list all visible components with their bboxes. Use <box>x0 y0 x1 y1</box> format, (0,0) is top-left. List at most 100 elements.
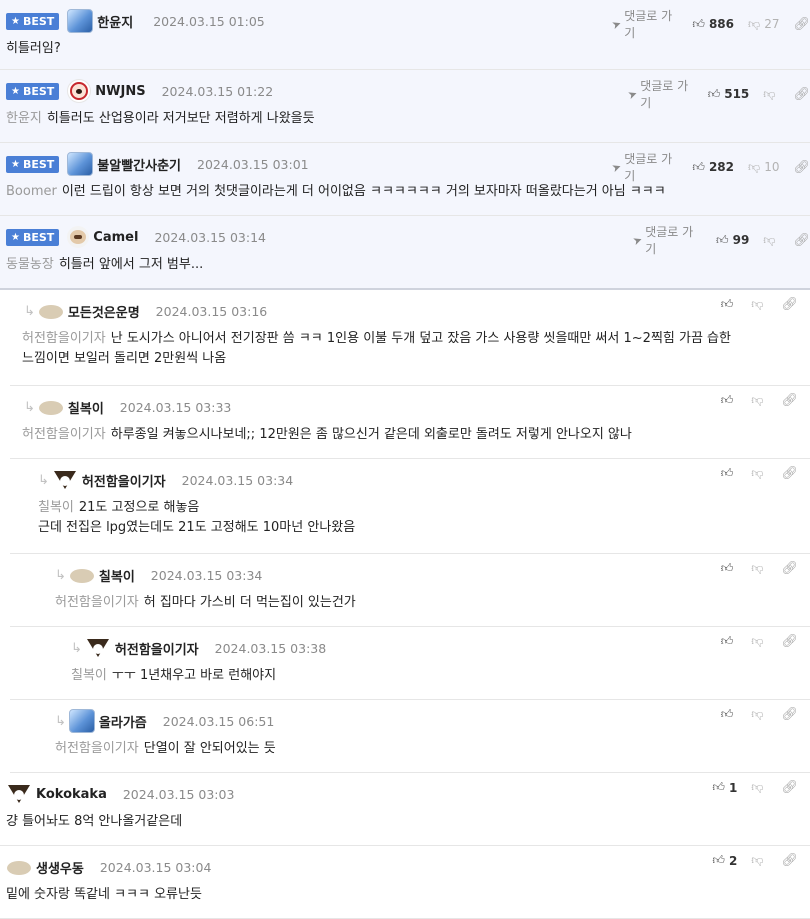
downvote-button[interactable]: 👎︎ <box>751 466 767 481</box>
upvote-button[interactable]: 👍︎ <box>721 297 738 312</box>
link-icon[interactable]: 🔗︎ <box>781 393 798 408</box>
timestamp: 2024.03.15 03:14 <box>154 229 267 245</box>
link-icon[interactable]: 🔗︎ <box>781 561 798 576</box>
avatar[interactable] <box>6 782 32 806</box>
nickname[interactable]: 생생우동 <box>36 858 84 877</box>
comment-header: ★ BEST 불알빨간사춘기 2024.03.15 03:01 <box>6 152 309 176</box>
link-icon[interactable]: 🔗︎ <box>781 466 798 481</box>
nickname[interactable]: 칠복이 <box>68 398 104 417</box>
nickname[interactable]: 불알빨간사춘기 <box>97 155 181 174</box>
best-comment: ★ BEST 한윤지 2024.03.15 01:05 히틀러임? ➤ 댓글로 가기 👍︎ 88… <box>0 0 810 70</box>
nickname[interactable]: 모든것은운명 <box>68 302 140 321</box>
goto-comment-button[interactable]: ➤ 댓글로 가기 <box>610 7 680 41</box>
avatar[interactable] <box>69 565 95 585</box>
upvote-button[interactable]: 👍︎ 99 <box>716 233 749 248</box>
comment-header: Kokokaka 2024.03.15 03:03 <box>6 783 234 805</box>
downvote-button[interactable]: 👎︎ <box>751 561 767 576</box>
link-icon[interactable]: 🔗︎ <box>793 17 810 32</box>
mentioned-user[interactable]: 동물농장 <box>6 257 54 272</box>
avatar[interactable] <box>85 636 111 660</box>
upvote-button[interactable]: 👍︎ <box>721 707 738 722</box>
link-icon[interactable]: 🔗︎ <box>781 634 798 649</box>
mentioned-user[interactable]: 허전함을이기자 <box>55 741 139 756</box>
timestamp: 2024.03.15 03:33 <box>119 399 232 415</box>
avatar[interactable] <box>52 468 78 492</box>
comment-text: 단열이 잘 안되어있는 듯 <box>143 741 276 756</box>
link-icon[interactable]: 🔗︎ <box>781 853 798 868</box>
downvote-button[interactable]: 👎︎ <box>751 634 767 649</box>
upvote-button[interactable]: 👍︎ <box>721 393 738 408</box>
comment-header: ↳ 허전함을이기자 2024.03.15 03:34 <box>38 469 293 491</box>
comment-actions: 👍︎ 👎︎ 🔗︎ <box>721 297 798 312</box>
upvote-count: 515 <box>724 87 750 101</box>
goto-comment-button[interactable]: ➤ 댓글로 가기 <box>631 223 704 257</box>
downvote-button[interactable]: 👎︎ 10 <box>748 160 779 175</box>
comment-text-line: Boomer 이런 드립이 항상 보면 거의 첫댓글이라는게 더 어이없음 ㅋㅋㅋ… <box>6 182 796 202</box>
upvote-button[interactable]: 👍︎ 2 <box>712 853 737 868</box>
nickname[interactable]: Kokokaka <box>36 787 107 802</box>
reply-arrow-icon: ↳ <box>24 303 35 319</box>
link-icon[interactable]: 🔗︎ <box>793 233 810 248</box>
goto-comment-button[interactable]: ➤ 댓글로 가기 <box>610 150 680 184</box>
upvote-button[interactable]: 👍︎ <box>721 466 738 481</box>
avatar[interactable] <box>6 857 32 877</box>
downvote-button[interactable]: 👎︎ <box>751 853 767 868</box>
upvote-button[interactable]: 👍︎ <box>721 634 738 649</box>
comment-text: 히틀러임? <box>6 41 61 56</box>
avatar[interactable] <box>67 152 94 176</box>
reply-arrow-icon: ↳ <box>71 640 82 656</box>
downvote-button[interactable]: 👎︎ <box>763 87 779 102</box>
avatar[interactable] <box>38 301 64 321</box>
comment-actions: ➤ 댓글로 가기 👍︎ 515 👎︎ 🔗︎ <box>626 77 810 111</box>
nickname[interactable]: 허전함을이기자 <box>115 639 199 658</box>
downvote-button[interactable]: 👎︎ <box>763 233 779 248</box>
upvote-button[interactable]: 👍︎ 515 <box>708 87 750 102</box>
comment-actions: ➤ 댓글로 가기 👍︎ 886 👎︎ 27 🔗︎ <box>610 7 810 41</box>
avatar[interactable] <box>67 79 92 103</box>
timestamp: 2024.03.15 03:38 <box>214 640 327 656</box>
avatar[interactable] <box>68 709 95 733</box>
thumbs-up-icon: 👍︎ <box>720 466 734 480</box>
mentioned-user[interactable]: 칠복이 <box>71 668 107 683</box>
upvote-button[interactable]: 👍︎ <box>721 561 738 576</box>
nickname[interactable]: NWJNS <box>95 84 145 99</box>
thumbs-down-icon: 👎︎ <box>751 561 764 575</box>
avatar[interactable] <box>38 397 64 417</box>
upvote-button[interactable]: 👍︎ 1 <box>712 780 737 795</box>
comment-text-line: 근데 전집은 lpg였는데도 21도 고정해도 10마넌 안나왔음 <box>38 518 796 538</box>
mentioned-user[interactable]: Boomer <box>6 184 57 199</box>
comment-text: 히틀러도 산업용이라 저거보단 저렴하게 나왔을듯 <box>46 111 315 126</box>
mentioned-user[interactable]: 허전함을이기자 <box>22 427 106 442</box>
link-icon[interactable]: 🔗︎ <box>781 297 798 312</box>
link-icon[interactable]: 🔗︎ <box>781 707 798 722</box>
thumbs-up-icon: 👍︎ <box>720 393 734 407</box>
mentioned-user[interactable]: 한윤지 <box>6 111 42 126</box>
downvote-button[interactable]: 👎︎ <box>751 393 767 408</box>
goto-comment-label: 댓글로 가기 <box>640 79 689 110</box>
goto-comment-button[interactable]: ➤ 댓글로 가기 <box>626 77 696 111</box>
upvote-button[interactable]: 👍︎ 886 <box>692 17 734 32</box>
avatar[interactable] <box>67 9 94 33</box>
mentioned-user[interactable]: 허전함을이기자 <box>22 331 106 346</box>
reply-comment: ↳ 허전함을이기자 2024.03.15 03:34 칠복이 21도 고정으로 해놓음 근… <box>10 459 810 554</box>
comment-header: ★ BEST 한윤지 2024.03.15 01:05 <box>6 9 265 33</box>
mentioned-user[interactable]: 허전함을이기자 <box>55 595 139 610</box>
link-icon[interactable]: 🔗︎ <box>793 87 810 102</box>
comment-header: 생생우동 2024.03.15 03:04 <box>6 856 211 878</box>
avatar[interactable] <box>67 226 90 248</box>
downvote-button[interactable]: 👎︎ <box>751 297 767 312</box>
reply-arrow-icon: ↳ <box>55 567 66 583</box>
downvote-button[interactable]: 👎︎ <box>751 707 767 722</box>
nickname[interactable]: 올라가즘 <box>99 712 147 731</box>
nickname[interactable]: Camel <box>93 230 138 245</box>
downvote-button[interactable]: 👎︎ 27 <box>748 17 779 32</box>
nickname[interactable]: 한윤지 <box>97 12 133 31</box>
downvote-button[interactable]: 👎︎ <box>751 780 767 795</box>
nickname[interactable]: 칠복이 <box>99 566 135 585</box>
upvote-button[interactable]: 👍︎ 282 <box>692 160 734 175</box>
link-icon[interactable]: 🔗︎ <box>793 160 810 175</box>
best-badge: ★ BEST <box>6 82 60 100</box>
nickname[interactable]: 허전함을이기자 <box>82 471 166 490</box>
link-icon[interactable]: 🔗︎ <box>781 780 798 795</box>
mentioned-user[interactable]: 칠복이 <box>38 500 74 515</box>
